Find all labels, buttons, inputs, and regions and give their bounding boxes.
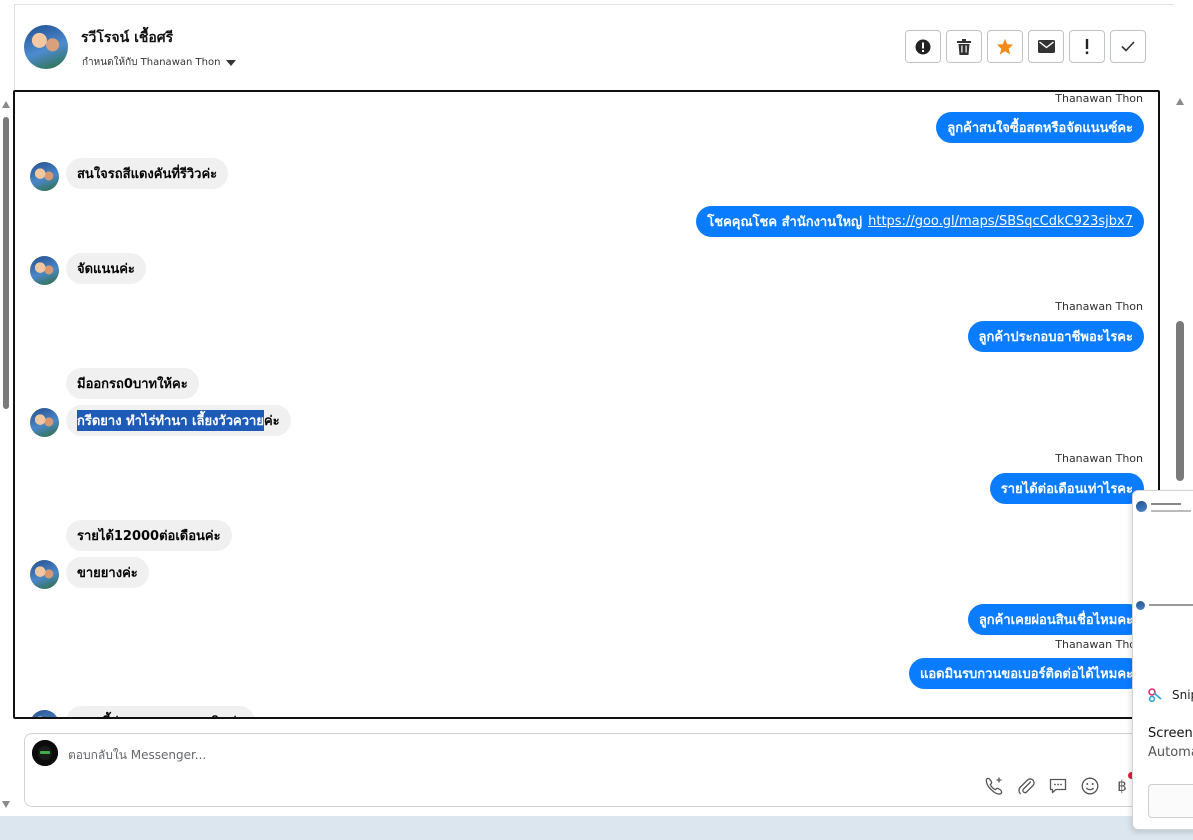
taskbar-strip [0, 816, 1193, 840]
app-name: Snip [1172, 688, 1193, 702]
incoming-message[interactable]: ขายยางค่ะ [66, 557, 149, 588]
customer-avatar [30, 560, 59, 589]
message-text: สนใจรถสีแดงคันที่รีวิวค่ะ [77, 167, 218, 182]
conversation-toolbar [905, 30, 1146, 63]
thumbnail-avatar [1136, 501, 1147, 512]
message-text: รายได้ต่อเดือนเท่าไรคะ [1000, 482, 1133, 497]
star-button[interactable] [987, 30, 1023, 63]
header-divider [14, 4, 1174, 5]
message-text: ลูกค้าเคยผ่อนสินเชื่อไหมคะ [978, 613, 1133, 628]
incoming-message[interactable]: รายได้12000ต่อเดือนค่ะ [66, 520, 232, 551]
phone-plus-icon[interactable] [983, 775, 1005, 797]
sender-label: Thanawan Thon [1055, 452, 1143, 465]
mark-done-button[interactable] [1110, 30, 1146, 63]
page-scrollbar[interactable] [0, 95, 11, 815]
contact-name[interactable]: รวีโรจน์ เชื้อศรี [81, 27, 173, 49]
thumbnail-avatar [1136, 601, 1145, 610]
message-text: ขายยางค่ะ [77, 566, 138, 581]
message-text: ลูกค้าประกอบอาชีพอะไรคะ [978, 330, 1133, 345]
mark-unread-button[interactable] [1028, 30, 1064, 63]
incoming-message[interactable]: มีออกรถ0บาทให้คะ [66, 368, 199, 399]
follow-up-button[interactable] [1069, 30, 1105, 63]
exclamation-icon [1085, 38, 1089, 54]
envelope-icon [1037, 40, 1055, 53]
notification-title: Screens [1148, 726, 1193, 741]
message-text: มีออกรถ0บาทให้คะ [77, 377, 188, 392]
check-icon [1121, 41, 1135, 52]
customer-avatar [30, 256, 59, 285]
thumbnail-line [1149, 604, 1193, 606]
customer-avatar [30, 408, 59, 437]
reply-input[interactable] [68, 745, 668, 765]
scroll-up-icon[interactable] [1176, 98, 1184, 105]
outgoing-message[interactable]: ลูกค้าประกอบอาชีพอะไรคะ [967, 321, 1144, 352]
caret-down-icon [226, 59, 237, 66]
map-link[interactable]: https://goo.gl/maps/SBSqcCdkC923sjbx7 [868, 214, 1133, 229]
message-text: ลูกค้าสนใจซื้อสดหรือจัดแนนซ์คะ [947, 121, 1133, 136]
message-text: โชคคุณโชค สำนักงานใหญ่ [707, 215, 863, 230]
conversation-panel[interactable]: Thanawan Thon ลูกค้าสนใจซื้อสดหรือจัดแนน… [13, 90, 1160, 719]
customer-avatar [30, 162, 59, 191]
thumbnail-line [1151, 503, 1181, 505]
delete-button[interactable] [946, 30, 982, 63]
outgoing-message[interactable]: ลูกค้าสนใจซื้อสดหรือจัดแนนซ์คะ [936, 112, 1144, 143]
emoji-icon[interactable] [1079, 775, 1101, 797]
thumbnail-line [1151, 510, 1191, 512]
outgoing-message[interactable]: แอดมินรบกวนขอเบอร์ติดต่อได้ไหมคะ [908, 658, 1144, 689]
sender-label: Thanawan Thon [1055, 300, 1143, 313]
spam-button[interactable] [905, 30, 941, 63]
alert-circle-icon [915, 39, 931, 54]
page-scroll-thumb[interactable] [3, 117, 9, 409]
header-left-border [14, 4, 15, 90]
contact-avatar[interactable] [24, 25, 68, 69]
incoming-message[interactable]: กรีดยาง ทำไร่ทำนา เลี้ยงวัวควาย ค่ะ [66, 405, 291, 436]
notification-action-button[interactable] [1148, 784, 1193, 818]
chat-bubble-icon[interactable] [1047, 775, 1069, 797]
assignee-dropdown[interactable]: กำหนดให้กับ Thanawan Thon [82, 55, 237, 70]
incoming-message[interactable]: จัดแนนค่ะ [66, 253, 146, 284]
incoming-message[interactable]: ตอนนี้ผ่อน ธนาคารออมสินค่ะ [66, 706, 255, 717]
outgoing-message[interactable]: โชคคุณโชค สำนักงานใหญ่ https://goo.gl/ma… [696, 206, 1144, 237]
sender-label: Thanawan Thon [1055, 92, 1143, 105]
assignee-label: กำหนดให้กับ Thanawan Thon [82, 57, 221, 68]
message-text: จัดแนนค่ะ [77, 262, 135, 277]
outgoing-message[interactable]: รายได้ต่อเดือนเท่าไรคะ [989, 473, 1144, 504]
conversation-scroll-thumb[interactable] [1176, 321, 1184, 481]
selected-text: กรีดยาง ทำไร่ทำนา เลี้ยงวัวควาย [77, 410, 264, 431]
incoming-message[interactable]: สนใจรถสีแดงคันที่รีวิวค่ะ [66, 158, 229, 189]
notification-body: Automa [1148, 745, 1193, 760]
scroll-up-icon[interactable] [2, 101, 10, 108]
message-text: ตอนนี้ผ่อน ธนาคารออมสินค่ะ [77, 711, 244, 717]
trash-icon [957, 38, 971, 55]
sender-label: Thanawan Thon [1055, 638, 1143, 651]
outgoing-message[interactable]: ลูกค้าเคยผ่อนสินเชื่อไหมคะ [967, 604, 1144, 635]
customer-avatar [30, 710, 59, 717]
page-avatar [32, 740, 58, 766]
snipping-tool-icon [1148, 688, 1162, 702]
message-text: รายได้12000ต่อเดือนค่ะ [77, 529, 221, 544]
composer-actions: ฿ [983, 775, 1133, 797]
star-icon [996, 38, 1014, 55]
snipping-notification[interactable]: Snip Screens Automa [1132, 490, 1193, 830]
message-text: แอดมินรบกวนขอเบอร์ติดต่อได้ไหมคะ [919, 667, 1133, 682]
paperclip-icon[interactable] [1015, 775, 1037, 797]
message-text: ค่ะ [263, 414, 280, 429]
scroll-down-icon[interactable] [2, 801, 10, 808]
